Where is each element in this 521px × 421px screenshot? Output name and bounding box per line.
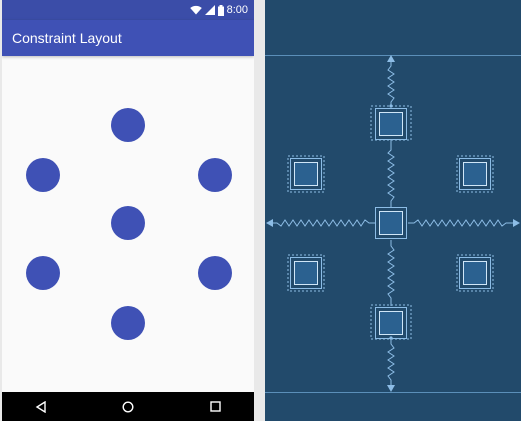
status-icons: 8:00 <box>189 4 248 16</box>
arrow-down-icon <box>387 385 395 392</box>
signal-icon <box>204 5 215 15</box>
circle-top <box>111 108 145 142</box>
app-title: Constraint Layout <box>12 30 122 46</box>
layout-canvas <box>2 56 254 392</box>
blueprint-view <box>265 0 521 421</box>
arrow-up-icon <box>387 55 395 62</box>
blueprint-box-center[interactable] <box>375 207 407 239</box>
device-preview: 8:00 Constraint Layout <box>2 0 254 421</box>
recents-icon <box>209 401 221 412</box>
back-icon <box>35 400 46 413</box>
constraint-spring-center-left <box>271 219 375 227</box>
blueprint-box-upper-left[interactable] <box>290 158 322 190</box>
circle-lower-left <box>26 256 60 290</box>
status-time: 8:00 <box>226 4 248 16</box>
wifi-icon <box>189 5 202 15</box>
back-button[interactable] <box>21 392 61 421</box>
blueprint-box-inner <box>379 311 403 335</box>
circle-center <box>111 206 145 240</box>
blueprint-box-inner <box>463 261 487 285</box>
status-bar: 8:00 <box>2 0 254 20</box>
blueprint-box-inner <box>294 261 318 285</box>
home-icon <box>122 400 134 413</box>
blueprint-box-inner <box>379 211 403 235</box>
circle-bottom <box>111 306 145 340</box>
blueprint-box-inner <box>294 162 318 186</box>
arrow-left-icon <box>266 219 273 227</box>
constraint-spring-top-edge <box>387 60 395 106</box>
constraint-spring-center-right <box>408 219 515 227</box>
circle-lower-right <box>198 256 232 290</box>
constraint-spring-center-top <box>387 140 395 207</box>
navigation-bar <box>2 392 254 421</box>
arrow-right-icon <box>513 219 520 227</box>
circle-upper-left <box>26 158 60 192</box>
battery-icon <box>217 4 224 16</box>
blueprint-box-inner <box>379 112 403 136</box>
constraint-spring-center-bottom <box>387 240 395 306</box>
blueprint-box-bottom[interactable] <box>375 307 407 339</box>
app-bar: Constraint Layout <box>2 20 254 56</box>
blueprint-box-upper-right[interactable] <box>459 158 491 190</box>
recents-button[interactable] <box>195 392 235 421</box>
blueprint-box-inner <box>463 162 487 186</box>
blueprint-box-lower-left[interactable] <box>290 257 322 289</box>
home-button[interactable] <box>108 392 148 421</box>
constraint-spring-bottom-edge <box>387 338 395 388</box>
circle-upper-right <box>198 158 232 192</box>
blueprint-box-top[interactable] <box>375 108 407 140</box>
blueprint-box-lower-right[interactable] <box>459 257 491 289</box>
